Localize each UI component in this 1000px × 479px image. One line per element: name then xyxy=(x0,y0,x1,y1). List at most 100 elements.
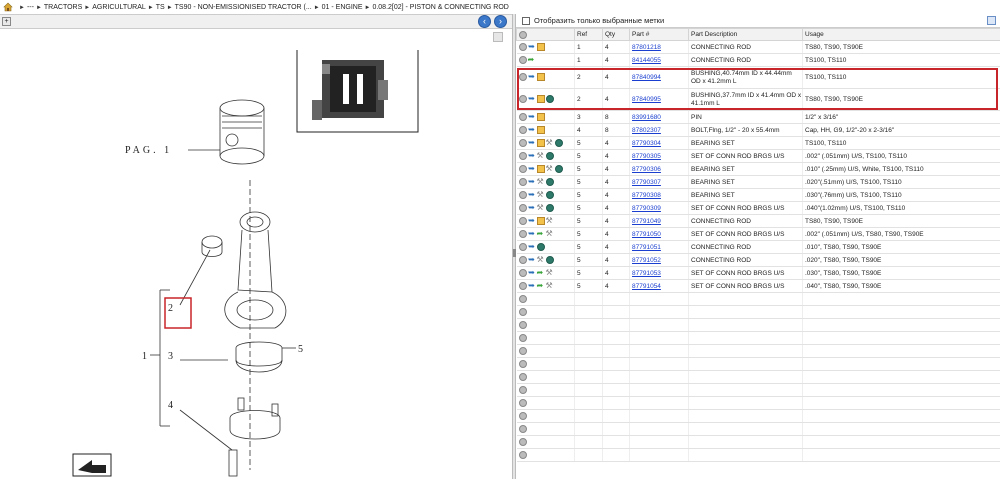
arrow-icon[interactable]: ➥ xyxy=(528,113,536,121)
package-icon[interactable] xyxy=(536,43,545,51)
arrow-icon[interactable]: ➥ xyxy=(528,95,536,103)
package-icon[interactable] xyxy=(536,73,545,82)
arrow-icon[interactable]: ➥ xyxy=(528,217,536,225)
arrow-icon[interactable]: ➥ xyxy=(528,178,536,186)
callout-3[interactable]: 3 xyxy=(168,351,173,362)
wrench-icon[interactable]: ⚒ xyxy=(537,204,545,212)
gear-icon[interactable] xyxy=(518,334,527,342)
gear-icon[interactable] xyxy=(518,113,527,121)
breadcrumb-item[interactable]: --- xyxy=(27,4,34,11)
column-header[interactable]: Part Description xyxy=(688,28,803,41)
part-number-link[interactable]: 87791053 xyxy=(632,270,661,277)
home-icon[interactable] xyxy=(3,2,13,12)
arrow-icon[interactable]: ➥ xyxy=(528,243,536,251)
wrench-icon[interactable]: ⚒ xyxy=(546,139,554,147)
green-arrow-icon[interactable]: ➦ xyxy=(528,56,536,64)
table-row[interactable]: ➥ ➦ ⚒ 5 4 87791053 SET OF CONN ROD BRGS U/S .03… xyxy=(516,266,1000,280)
table-row[interactable]: ➥ ⚒ 5 4 87790305 SET OF CONN ROD BRGS U/S .002… xyxy=(516,149,1000,163)
table-row[interactable]: ➥ 3 8 83991680 PIN 1/2" x 3/16" xyxy=(516,110,1000,124)
column-header[interactable]: Part # xyxy=(629,28,689,41)
green-arrow-icon[interactable]: ➦ xyxy=(537,282,545,290)
globe-icon[interactable] xyxy=(545,95,554,104)
gear-icon[interactable] xyxy=(518,321,527,329)
part-number-link[interactable]: 87840995 xyxy=(632,96,661,103)
gear-icon[interactable] xyxy=(518,178,527,186)
package-icon[interactable] xyxy=(536,165,545,173)
wrench-icon[interactable]: ⚒ xyxy=(546,282,554,290)
arrow-icon[interactable]: ➥ xyxy=(528,73,536,81)
part-number-link[interactable]: 87790308 xyxy=(632,192,661,199)
header-settings-cell[interactable] xyxy=(516,28,575,41)
arrow-icon[interactable]: ➥ xyxy=(528,230,536,238)
wrench-icon[interactable]: ⚒ xyxy=(546,217,554,225)
part-number-link[interactable]: 87791054 xyxy=(632,283,661,290)
gear-icon[interactable] xyxy=(518,269,527,277)
table-row[interactable]: ➥ ⚒ 5 4 87791052 CONNECTING ROD .020", TS80, T… xyxy=(516,253,1000,267)
globe-icon[interactable] xyxy=(545,152,554,160)
gear-icon[interactable] xyxy=(518,217,527,225)
gear-icon[interactable] xyxy=(518,438,527,446)
breadcrumb-item[interactable]: 01 - ENGINE xyxy=(322,4,363,11)
wrench-icon[interactable]: ⚒ xyxy=(537,256,545,264)
part-number-link[interactable]: 87802307 xyxy=(632,127,661,134)
gear-icon[interactable] xyxy=(518,139,527,147)
table-row[interactable]: ➥ ➦ ⚒ 5 4 87791054 SET OF CONN ROD BRGS U/S .04… xyxy=(516,279,1000,293)
arrow-icon[interactable]: ➥ xyxy=(528,139,536,147)
globe-icon[interactable] xyxy=(545,256,554,264)
forward-arrow-icon[interactable]: › xyxy=(494,15,507,28)
gear-icon[interactable] xyxy=(518,347,527,355)
arrow-icon[interactable]: ➥ xyxy=(528,191,536,199)
add-icon[interactable]: + xyxy=(2,17,11,26)
gear-icon[interactable] xyxy=(518,373,527,381)
gear-icon[interactable] xyxy=(518,308,527,316)
package-icon[interactable] xyxy=(536,95,545,104)
wrench-icon[interactable]: ⚒ xyxy=(546,230,554,238)
table-row[interactable]: ➥ 2 4 87840994 BUSHING,40.74mm ID x 44.44mm … xyxy=(516,66,1000,89)
arrow-icon[interactable]: ➥ xyxy=(528,165,536,173)
part-number-link[interactable]: 84144055 xyxy=(632,57,661,64)
callout-5[interactable]: 5 xyxy=(298,344,303,355)
gear-icon[interactable] xyxy=(518,152,527,160)
gear-icon[interactable] xyxy=(518,95,527,104)
gear-icon[interactable] xyxy=(518,295,527,303)
gear-icon[interactable] xyxy=(518,386,527,394)
globe-icon[interactable] xyxy=(545,178,554,186)
green-arrow-icon[interactable]: ➦ xyxy=(537,269,545,277)
breadcrumb-item[interactable]: 0.08.2[02] - PISTON & CONNECTING ROD xyxy=(372,4,508,11)
gear-icon[interactable] xyxy=(518,126,527,134)
part-number-link[interactable]: 87801218 xyxy=(632,44,661,51)
globe-icon[interactable] xyxy=(545,191,554,199)
wrench-icon[interactable]: ⚒ xyxy=(537,152,545,160)
navigate-arrow-icon[interactable] xyxy=(72,453,112,477)
show-selected-checkbox[interactable] xyxy=(522,16,530,25)
callout-2[interactable]: 2 xyxy=(168,303,173,314)
arrow-icon[interactable]: ➥ xyxy=(528,126,536,134)
package-icon[interactable] xyxy=(536,113,545,121)
arrow-icon[interactable]: ➥ xyxy=(528,256,536,264)
globe-icon[interactable] xyxy=(554,139,563,147)
breadcrumb-item[interactable]: TS90 - NON-EMISSIONISED TRACTOR (... xyxy=(175,4,312,11)
table-row[interactable]: ➥ 4 8 87802307 BOLT,Flng, 1/2" - 20 x 55.4mm… xyxy=(516,123,1000,137)
gear-icon[interactable] xyxy=(518,399,527,407)
callout-4[interactable]: 4 xyxy=(168,400,173,411)
package-icon[interactable] xyxy=(536,139,545,147)
breadcrumb-item[interactable]: TRACTORS xyxy=(44,4,82,11)
package-icon[interactable] xyxy=(536,126,545,134)
gear-icon[interactable] xyxy=(518,230,527,238)
gear-icon[interactable] xyxy=(518,243,527,251)
arrow-icon[interactable]: ➥ xyxy=(528,152,536,160)
gear-icon[interactable] xyxy=(518,191,527,199)
gear-icon[interactable] xyxy=(518,360,527,368)
arrow-icon[interactable]: ➥ xyxy=(528,282,536,290)
globe-icon[interactable] xyxy=(554,165,563,173)
table-row[interactable]: ➥ ⚒ 5 4 87790304 BEARING SET TS100, TS110 xyxy=(516,136,1000,150)
table-row[interactable]: ➥ ⚒ 5 4 87790306 BEARING SET .010" (.25mm) U/S… xyxy=(516,162,1000,176)
table-row[interactable]: ➦ 1 4 84144055 CONNECTING ROD TS100, TS110 xyxy=(516,53,1000,67)
table-row[interactable]: ➥ ➦ ⚒ 5 4 87791050 SET OF CONN ROD BRGS U/S .00… xyxy=(516,227,1000,241)
gear-icon[interactable] xyxy=(518,282,527,290)
part-number-link[interactable]: 87840994 xyxy=(632,74,661,81)
table-row[interactable]: ➥ ⚒ 5 4 87790307 BEARING SET .020"(.51mm) U/S,… xyxy=(516,175,1000,189)
table-row[interactable]: ➥ ⚒ 5 4 87790309 SET OF CONN ROD BRGS U/S .040… xyxy=(516,201,1000,215)
part-number-link[interactable]: 87790307 xyxy=(632,179,661,186)
column-header[interactable]: Ref xyxy=(574,28,603,41)
